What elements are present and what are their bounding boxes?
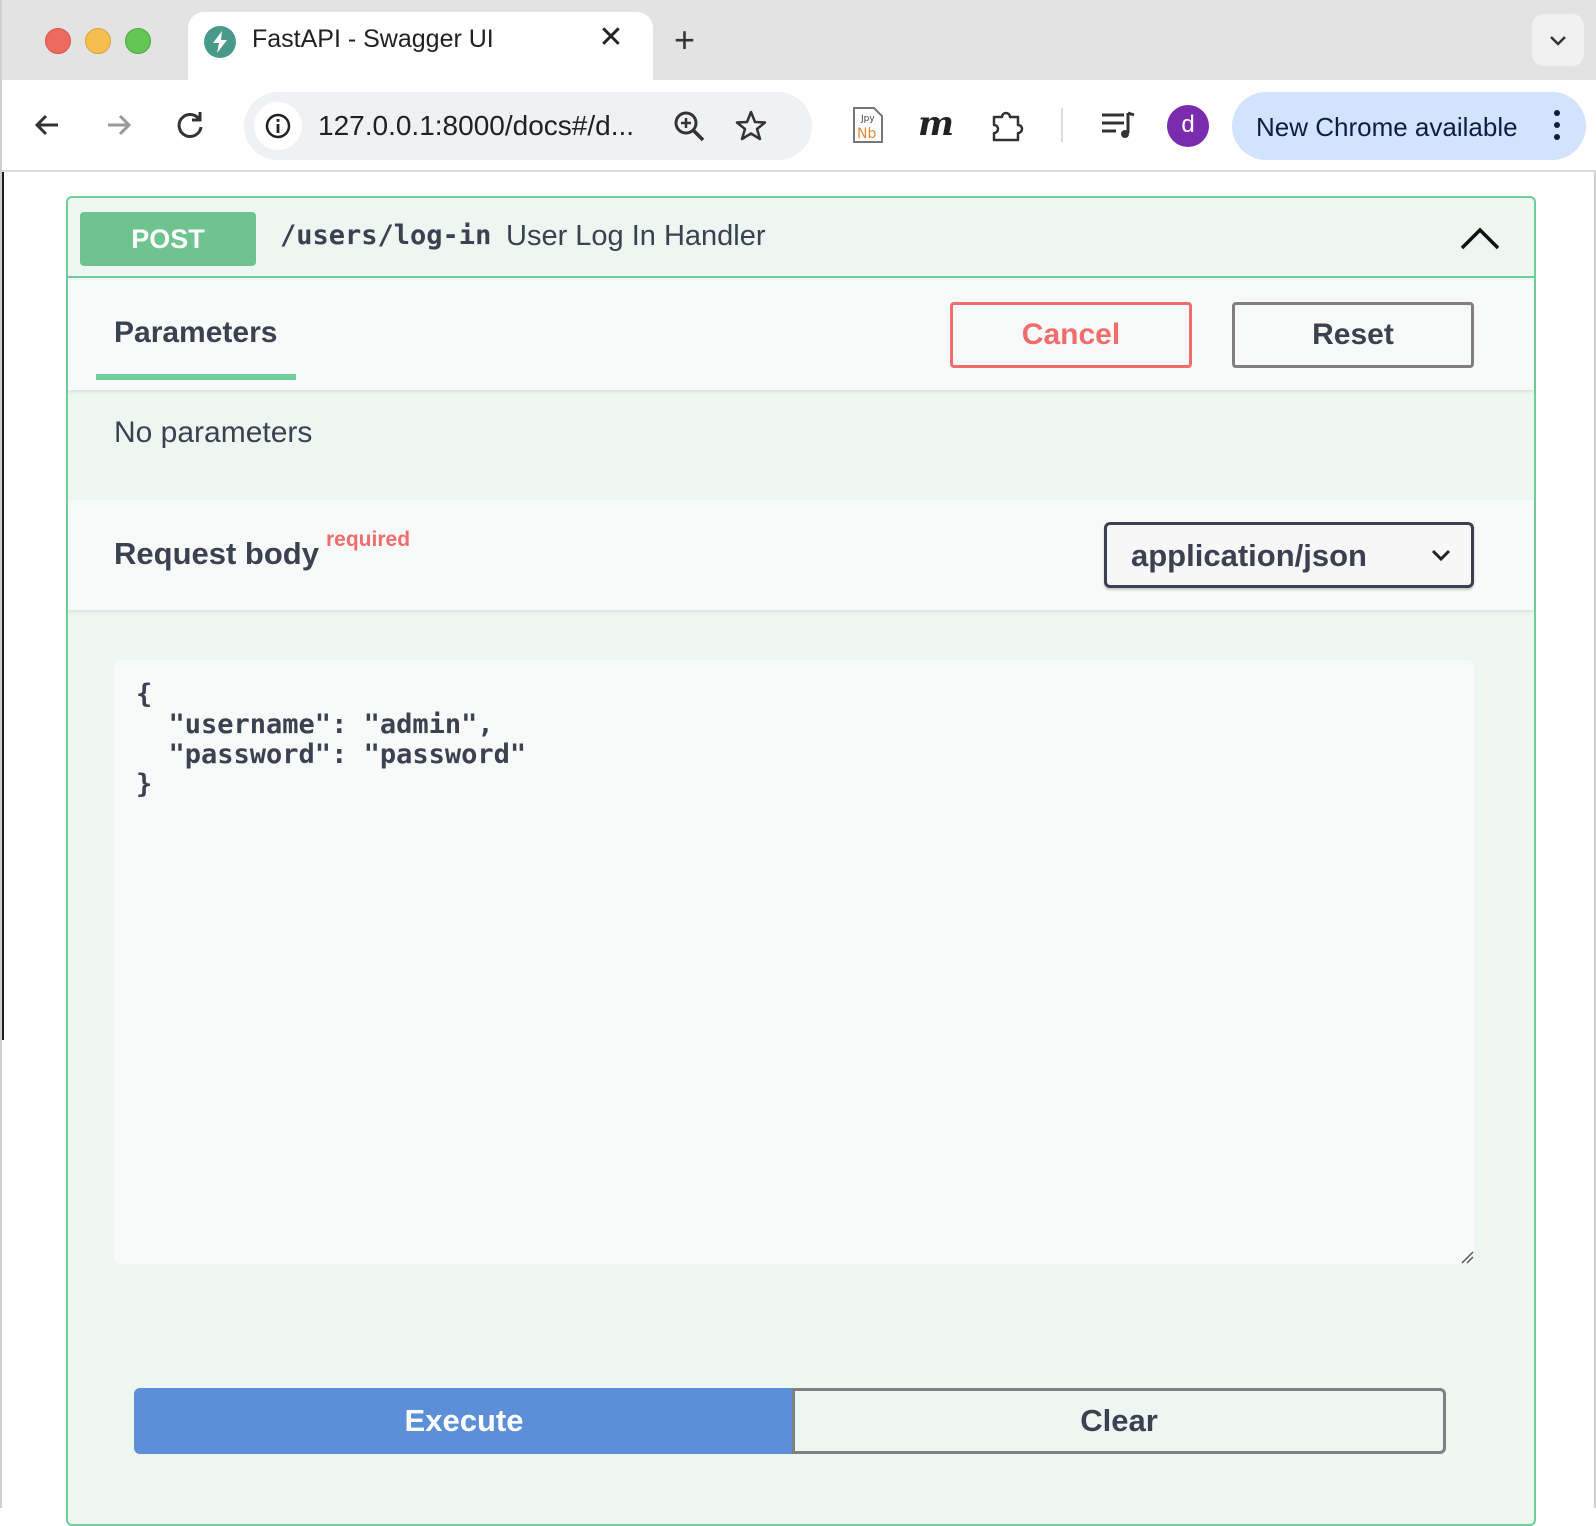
operation-description: User Log In Handler xyxy=(506,220,766,252)
request-body-header: Request body required application/json xyxy=(68,500,1534,610)
update-chip-label: New Chrome available xyxy=(1256,112,1518,142)
fastapi-favicon-icon xyxy=(204,26,236,58)
cancel-button[interactable]: Cancel xyxy=(950,302,1192,368)
svg-text:m: m xyxy=(918,105,954,144)
tab-active-indicator xyxy=(96,374,296,380)
tab-search-button[interactable] xyxy=(1532,14,1584,66)
site-info-icon[interactable] xyxy=(254,102,302,150)
arrow-right-icon xyxy=(108,114,132,136)
toolbar-divider xyxy=(1061,108,1063,142)
parameters-header: Parameters Cancel Reset xyxy=(68,280,1534,390)
reload-icon xyxy=(177,112,203,138)
operation-summary[interactable]: POST /users/log-in User Log In Handler xyxy=(68,198,1534,278)
address-bar[interactable]: 127.0.0.1:8000/docs#/d... xyxy=(244,92,812,160)
request-body-editor[interactable]: { "username": "admin", "password": "pass… xyxy=(114,660,1474,1264)
profile-avatar[interactable]: d xyxy=(1167,105,1209,147)
browser-window: FastAPI - Swagger UI ✕ + 127.0.0.1:8000/… xyxy=(0,0,1596,1526)
operation-block: POST /users/log-in User Log In Handler P… xyxy=(66,196,1536,1526)
maximize-window-button[interactable] xyxy=(125,28,151,54)
more-options-icon[interactable] xyxy=(1552,110,1562,144)
zoom-icon[interactable] xyxy=(672,109,706,143)
update-chrome-button[interactable]: New Chrome available xyxy=(1232,92,1586,160)
method-badge: POST xyxy=(80,212,256,266)
window-edge xyxy=(2,40,4,1040)
operation-path: /users/log-in xyxy=(280,220,492,251)
puzzle-icon[interactable] xyxy=(988,105,1028,145)
arrow-left-icon xyxy=(34,114,58,136)
close-tab-icon[interactable]: ✕ xyxy=(596,23,626,53)
content-type-value: application/json xyxy=(1131,538,1367,573)
no-parameters-text: No parameters xyxy=(114,416,313,449)
resize-handle-icon[interactable] xyxy=(1460,1250,1474,1264)
chevron-down-icon xyxy=(1550,36,1566,46)
tab-parameters[interactable]: Parameters xyxy=(114,316,277,350)
reload-button[interactable] xyxy=(170,105,210,145)
back-button[interactable] xyxy=(28,105,68,145)
clear-button[interactable]: Clear xyxy=(792,1388,1446,1454)
content-type-select[interactable]: application/json xyxy=(1104,522,1474,588)
chevron-up-icon[interactable] xyxy=(1458,218,1502,258)
required-badge: required xyxy=(326,528,411,551)
reset-button[interactable]: Reset xyxy=(1232,302,1474,368)
active-tab[interactable]: FastAPI - Swagger UI ✕ xyxy=(188,12,653,82)
tab-strip: FastAPI - Swagger UI ✕ + xyxy=(2,0,1596,82)
forward-button[interactable] xyxy=(98,105,138,145)
request-body-title: Request body xyxy=(114,536,319,571)
media-queue-icon[interactable] xyxy=(1098,105,1138,145)
minimize-window-button[interactable] xyxy=(85,28,111,54)
browser-toolbar: 127.0.0.1:8000/docs#/d... Jpy Nb m d New … xyxy=(2,80,1596,172)
execute-button[interactable]: Execute xyxy=(134,1388,794,1454)
svg-text:Nb: Nb xyxy=(857,126,876,142)
chevron-down-icon xyxy=(1431,549,1451,562)
close-window-button[interactable] xyxy=(45,28,71,54)
jupyter-nb-icon[interactable]: Jpy Nb xyxy=(848,105,888,145)
url-text: 127.0.0.1:8000/docs#/d... xyxy=(318,110,635,141)
svg-text:Jpy: Jpy xyxy=(860,114,875,124)
tab-title: FastAPI - Swagger UI xyxy=(252,25,494,53)
new-tab-icon[interactable]: + xyxy=(674,22,695,58)
m-icon[interactable]: m xyxy=(916,104,956,145)
star-icon[interactable] xyxy=(734,109,768,143)
